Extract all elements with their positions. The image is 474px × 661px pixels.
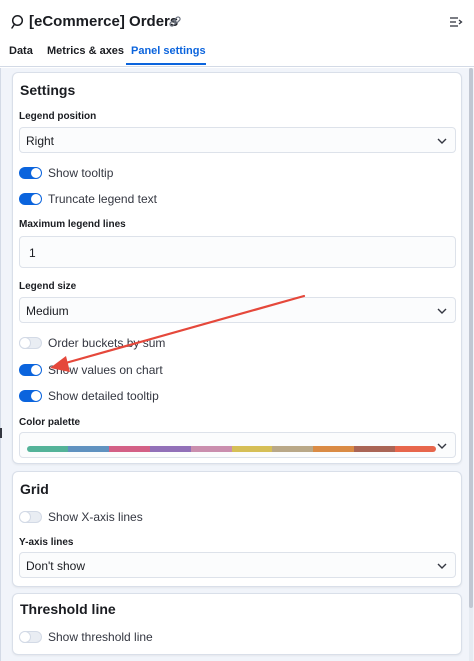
legend-size-value: Medium [26, 304, 69, 318]
max-legend-lines-value: 1 [29, 246, 36, 260]
palette-color-9 [395, 446, 436, 452]
show-values-label: Show values on chart [48, 363, 163, 377]
palette-color-2 [108, 446, 150, 452]
chevron-down-icon [437, 308, 447, 314]
palette-color-0 [27, 446, 68, 452]
palette-color-1 [67, 446, 109, 452]
show-threshold-label: Show threshold line [48, 630, 153, 644]
truncate-legend-label: Truncate legend text [48, 192, 157, 206]
show-threshold-switch[interactable] [19, 631, 42, 643]
chevron-down-icon [437, 443, 447, 449]
show-detailed-tooltip-label: Show detailed tooltip [48, 389, 159, 403]
palette-color-7 [313, 446, 355, 452]
palette-color-5 [231, 446, 273, 452]
show-x-axis-lines-switch[interactable] [19, 511, 42, 523]
color-palette-label: Color palette [19, 417, 81, 428]
legend-position-value: Right [26, 134, 55, 148]
palette-color-6 [272, 446, 314, 452]
show-detailed-tooltip-switch[interactable] [19, 390, 42, 402]
threshold-panel: Threshold line [12, 593, 462, 655]
palette-color-8 [354, 446, 396, 452]
edge-mark [0, 428, 2, 438]
max-legend-lines-label: Maximum legend lines [19, 219, 126, 230]
left-border [0, 68, 1, 661]
order-buckets-label: Order buckets by sum [48, 336, 166, 350]
settings-title: Settings [20, 82, 76, 98]
collapse-panel-icon[interactable] [449, 15, 463, 29]
threshold-title: Threshold line [20, 601, 116, 617]
show-x-axis-lines-label: Show X-axis lines [48, 510, 143, 524]
legend-position-label: Legend position [19, 111, 97, 122]
search-icon[interactable] [11, 14, 27, 30]
palette-color-3 [149, 446, 191, 452]
y-axis-lines-select[interactable]: Don't show [19, 552, 456, 578]
truncate-legend-switch[interactable] [19, 193, 42, 205]
grid-title: Grid [20, 481, 49, 497]
active-tab-indicator [126, 63, 206, 65]
color-palette-swatch [27, 446, 436, 452]
link-icon[interactable] [168, 15, 182, 29]
legend-size-select[interactable]: Medium [19, 297, 456, 323]
scrollbar-thumb[interactable] [469, 68, 473, 608]
y-axis-lines-value: Don't show [26, 559, 85, 573]
show-tooltip-switch[interactable] [19, 167, 42, 179]
order-buckets-switch[interactable] [19, 337, 42, 349]
show-tooltip-label: Show tooltip [48, 166, 114, 180]
panel-header: [eCommerce] Orders [0, 0, 474, 40]
tab-data[interactable]: Data [9, 45, 33, 57]
editor-tabs: Data Metrics & axes Panel settings [0, 41, 474, 67]
legend-position-select[interactable]: Right [19, 127, 456, 153]
page-title: [eCommerce] Orders [29, 13, 179, 30]
legend-size-label: Legend size [19, 281, 77, 292]
tab-panel-settings[interactable]: Panel settings [131, 45, 206, 57]
tab-metrics-axes[interactable]: Metrics & axes [47, 45, 124, 57]
color-palette-select[interactable] [19, 432, 456, 458]
max-legend-lines-input[interactable]: 1 [19, 236, 456, 268]
chevron-down-icon [437, 563, 447, 569]
y-axis-lines-label: Y-axis lines [19, 537, 74, 548]
chevron-down-icon [437, 138, 447, 144]
show-values-switch[interactable] [19, 364, 42, 376]
palette-color-4 [190, 446, 232, 452]
